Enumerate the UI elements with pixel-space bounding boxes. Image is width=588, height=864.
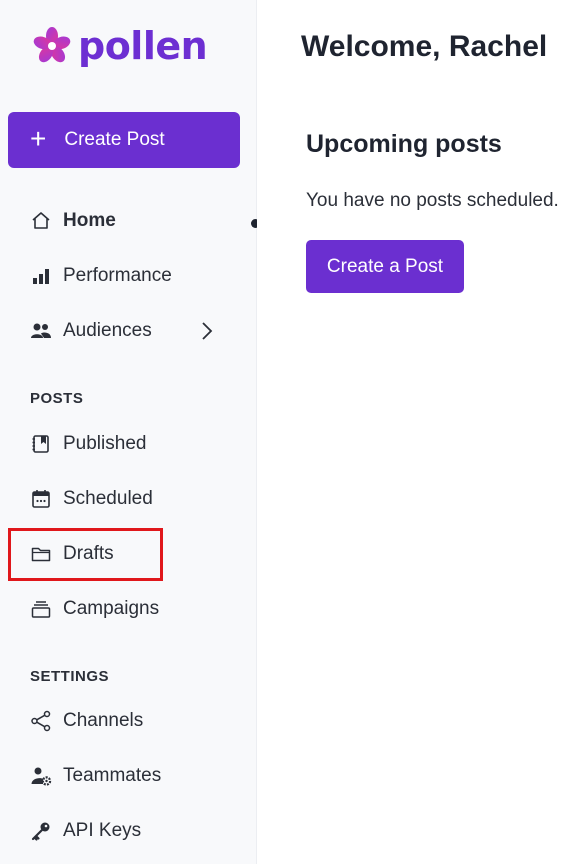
sidebar-item-api-keys[interactable]: API Keys xyxy=(30,816,141,846)
pollen-flower-logo-icon xyxy=(33,27,71,63)
sidebar-item-label: Drafts xyxy=(63,543,114,564)
home-icon xyxy=(30,210,52,232)
key-icon xyxy=(30,820,52,842)
sidebar-item-performance[interactable]: Performance xyxy=(30,261,172,291)
bar-chart-icon xyxy=(30,265,52,287)
sidebar-item-label: Teammates xyxy=(63,765,162,786)
upcoming-posts-heading: Upcoming posts xyxy=(306,130,502,158)
create-a-post-button[interactable]: Create a Post xyxy=(306,240,464,293)
sidebar-item-label: Performance xyxy=(63,265,172,286)
create-post-button[interactable]: + Create Post xyxy=(8,112,240,168)
sidebar-item-teammates[interactable]: Teammates xyxy=(30,761,161,791)
sidebar-item-label: Audiences xyxy=(63,320,152,341)
published-book-icon xyxy=(30,433,52,455)
plus-icon: + xyxy=(30,122,47,154)
sidebar-item-label: Scheduled xyxy=(63,488,153,509)
user-gear-icon xyxy=(30,765,52,787)
main-content: Welcome, Rachel Upcoming posts You have … xyxy=(257,0,588,864)
section-heading-posts: POSTS xyxy=(30,390,84,407)
sidebar-item-label: Published xyxy=(63,433,147,454)
sidebar-item-label: Home xyxy=(63,210,116,231)
app-window: pollen + Create Post Home Performance Au… xyxy=(0,0,588,864)
sidebar-item-label: API Keys xyxy=(63,820,142,841)
section-heading-settings: SETTINGS xyxy=(30,668,110,685)
create-post-label: Create Post xyxy=(64,129,165,150)
empty-state-message: You have no posts scheduled. xyxy=(306,190,559,211)
sidebar-item-label: Channels xyxy=(63,710,144,731)
chevron-right-icon[interactable] xyxy=(200,321,214,341)
sidebar-item-home[interactable]: Home xyxy=(30,206,116,236)
sidebar-item-drafts[interactable]: Drafts xyxy=(30,539,114,569)
stack-icon xyxy=(30,598,52,620)
people-icon xyxy=(30,320,52,342)
folder-icon xyxy=(30,543,52,565)
brand-name: pollen xyxy=(78,24,208,68)
calendar-icon xyxy=(30,488,52,510)
sidebar: pollen + Create Post Home Performance Au… xyxy=(0,0,260,864)
sidebar-item-scheduled[interactable]: Scheduled xyxy=(30,484,153,514)
sidebar-item-campaigns[interactable]: Campaigns xyxy=(30,594,159,624)
page-title: Welcome, Rachel xyxy=(301,30,548,63)
sidebar-item-published[interactable]: Published xyxy=(30,429,146,459)
sidebar-item-audiences[interactable]: Audiences xyxy=(30,316,152,346)
sidebar-item-channels[interactable]: Channels xyxy=(30,706,143,736)
share-icon xyxy=(30,710,52,732)
sidebar-item-label: Campaigns xyxy=(63,598,160,619)
brand-logo[interactable]: pollen xyxy=(30,24,208,68)
